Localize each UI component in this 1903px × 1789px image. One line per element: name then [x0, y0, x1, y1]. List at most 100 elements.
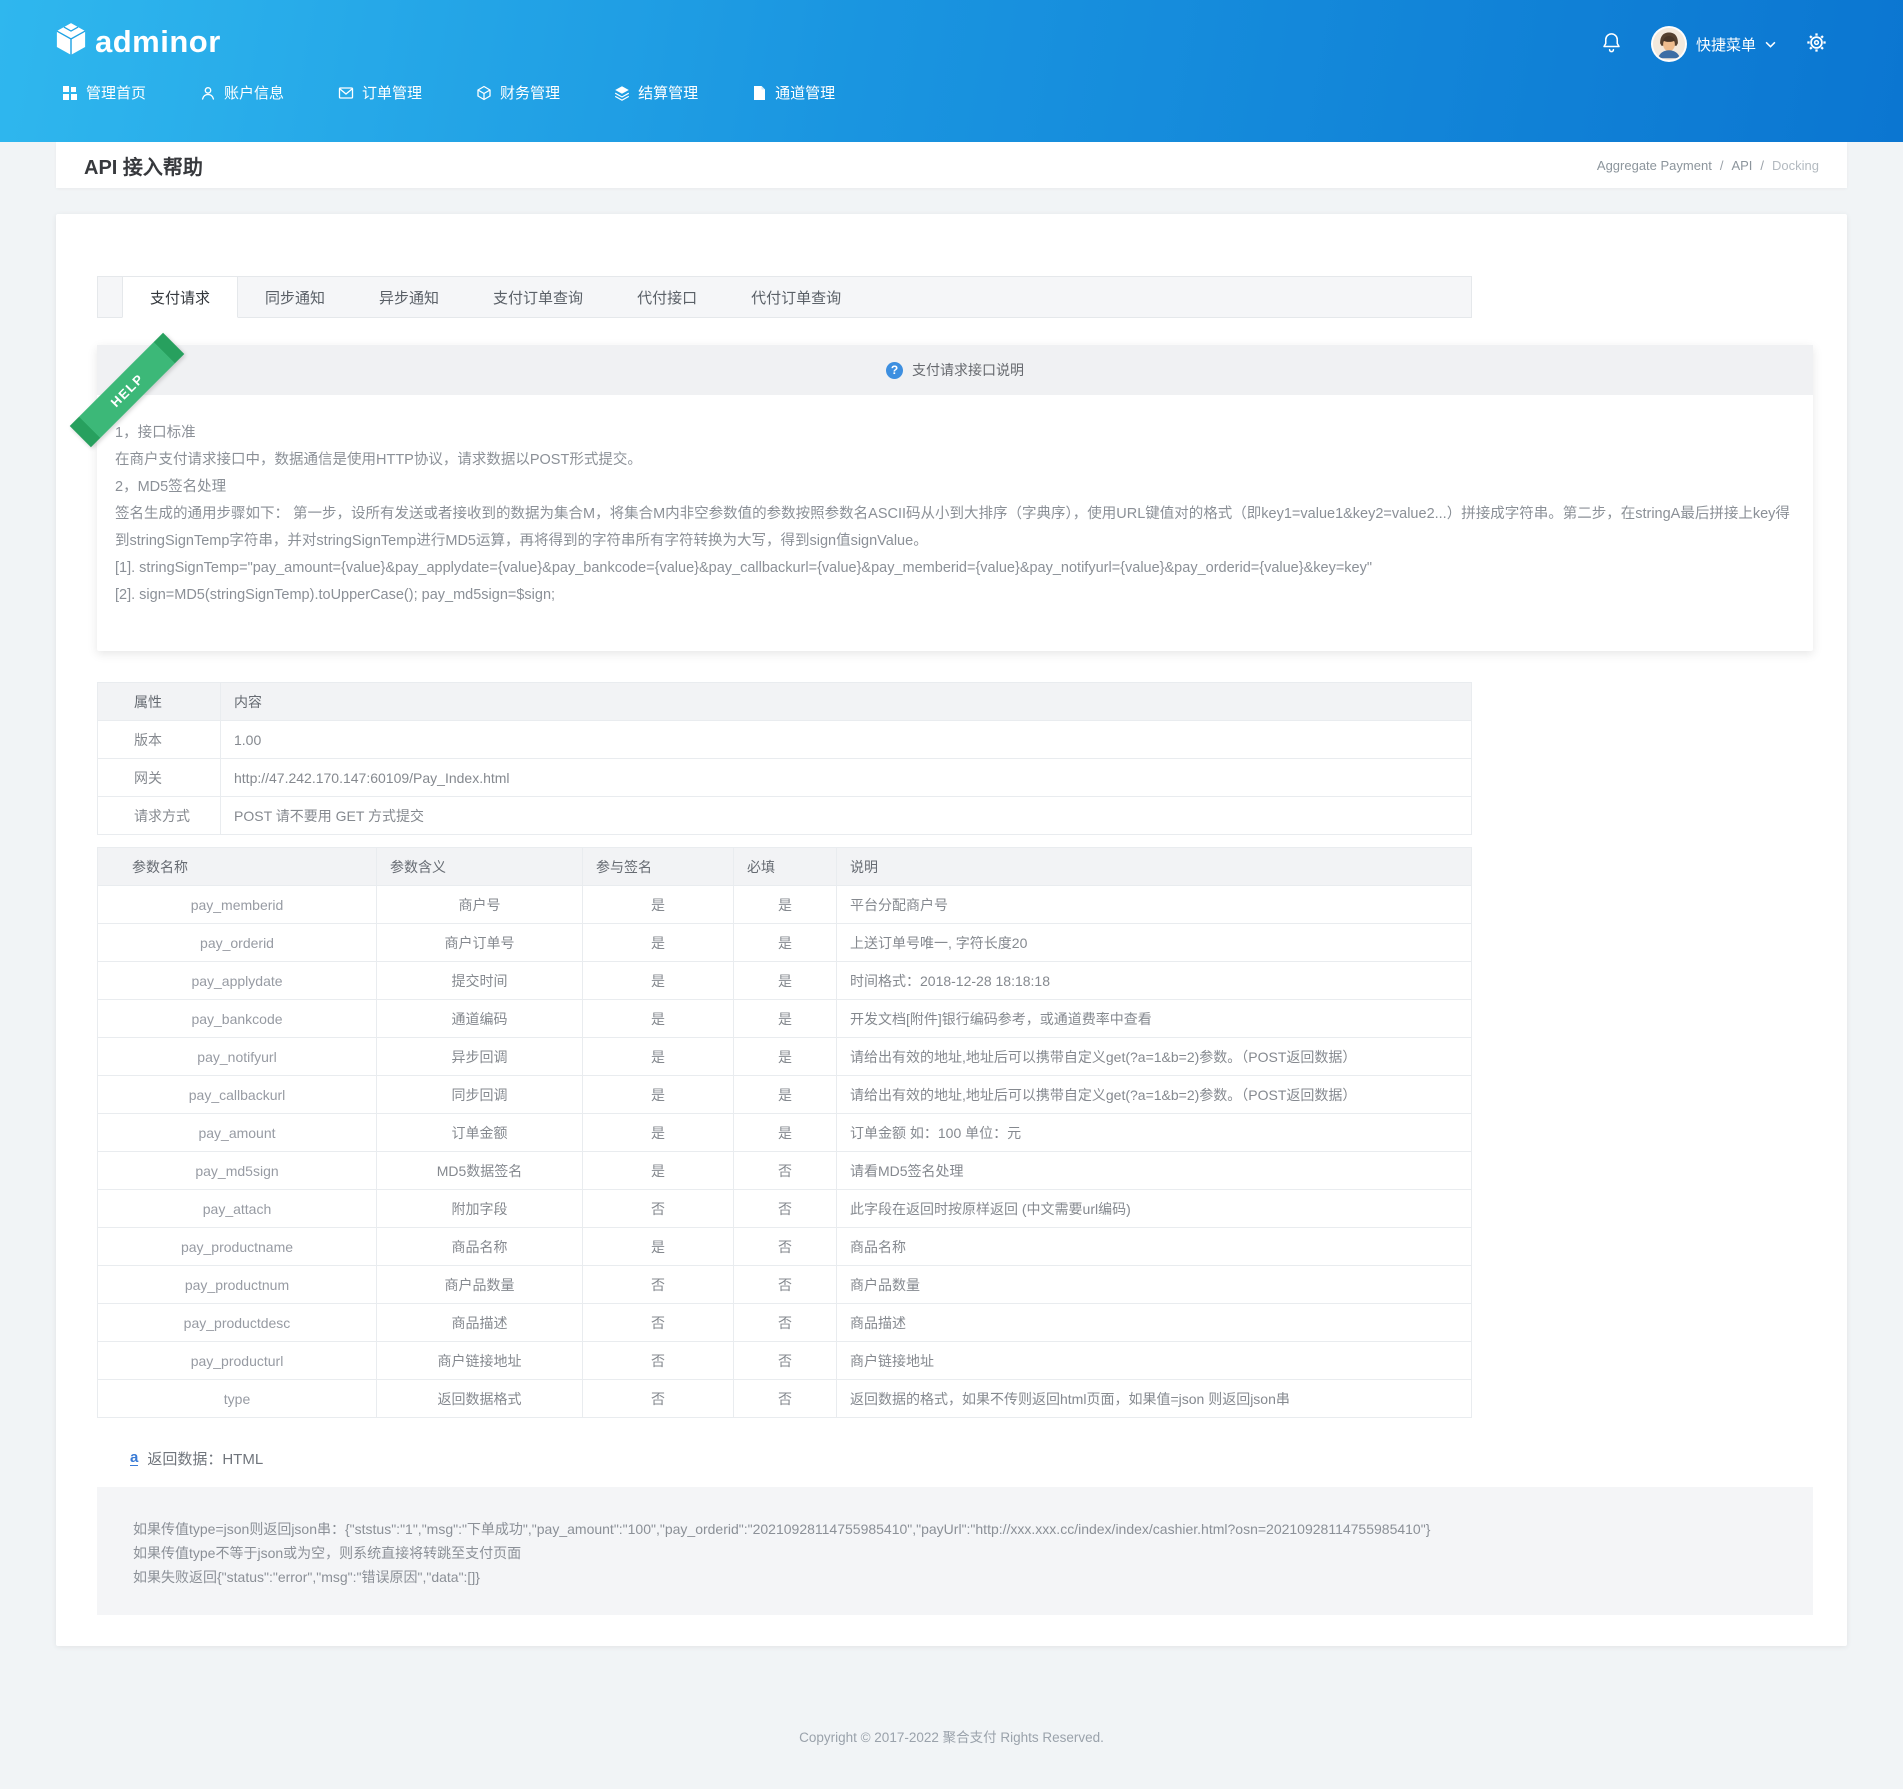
help-line: [2]. sign=MD5(stringSignTemp).toUpperCas…	[115, 582, 1793, 609]
attr-value: http://47.242.170.147:60109/Pay_Index.ht…	[221, 759, 1472, 797]
param-required: 否	[734, 1266, 837, 1304]
app-footer: Copyright © 2017-2022 聚合支付 Rights Reserv…	[0, 1726, 1903, 1746]
param-name: pay_orderid	[98, 924, 377, 962]
nav-item-account[interactable]: 账户信息	[200, 82, 284, 103]
avatar	[1651, 26, 1687, 62]
request-params-table: 参数名称 参数含义 参与签名 必填 说明 pay_memberid商户号是是平台…	[97, 847, 1472, 1418]
param-signed: 否	[583, 1380, 734, 1418]
param-required: 否	[734, 1228, 837, 1266]
param-signed: 是	[583, 1228, 734, 1266]
param-required: 否	[734, 1152, 837, 1190]
param-meaning: 订单金额	[377, 1114, 583, 1152]
table-row: 网关 http://47.242.170.147:60109/Pay_Index…	[98, 759, 1472, 797]
param-name: type	[98, 1380, 377, 1418]
nav-item-channel[interactable]: 通道管理	[752, 82, 835, 103]
param-signed: 是	[583, 1076, 734, 1114]
param-name: pay_bankcode	[98, 1000, 377, 1038]
title-bar: API 接入帮助 Aggregate Payment / API / Docki…	[56, 142, 1847, 188]
col-required: 必填	[734, 848, 837, 886]
param-meaning: 异步回调	[377, 1038, 583, 1076]
param-desc: 商户品数量	[837, 1266, 1472, 1304]
param-desc: 返回数据的格式，如果不传则返回html页面，如果值=json 则返回json串	[837, 1380, 1472, 1418]
response-note: 如果失败返回{"status":"error","msg":"错误原因","da…	[133, 1565, 1783, 1589]
col-content: 内容	[221, 683, 1472, 721]
param-name: pay_productnum	[98, 1266, 377, 1304]
nav-label: 订单管理	[362, 82, 422, 103]
notifications-button[interactable]	[1600, 31, 1623, 57]
param-desc: 开发文档[附件]银行编码参考，或通道费率中查看	[837, 1000, 1472, 1038]
param-meaning: 商品描述	[377, 1304, 583, 1342]
breadcrumb-separator: /	[1760, 158, 1764, 173]
param-desc: 商品描述	[837, 1304, 1472, 1342]
gear-icon	[1804, 30, 1829, 58]
tab-pay-order-query[interactable]: 支付订单查询	[466, 277, 610, 318]
help-line: [1]. stringSignTemp="pay_amount={value}&…	[115, 555, 1793, 582]
nav-item-orders[interactable]: 订单管理	[338, 82, 422, 103]
param-desc: 平台分配商户号	[837, 886, 1472, 924]
settings-button[interactable]	[1804, 30, 1829, 58]
table-row: pay_amount订单金额是是订单金额 如：100 单位：元	[98, 1114, 1472, 1152]
nav-item-finance[interactable]: 财务管理	[476, 82, 560, 103]
col-description: 说明	[837, 848, 1472, 886]
tab-bar-fill	[868, 277, 1471, 318]
help-line: 在商户支付请求接口中，数据通信是使用HTTP协议，请求数据以POST形式提交。	[115, 447, 1793, 474]
logo-text: adminor	[95, 24, 221, 60]
param-meaning: 商户链接地址	[377, 1342, 583, 1380]
table-row: pay_notifyurl异步回调是是请给出有效的地址,地址后可以携带自定义ge…	[98, 1038, 1472, 1076]
param-meaning: MD5数据签名	[377, 1152, 583, 1190]
help-line: 签名生成的通用步骤如下： 第一步，设所有发送或者接收到的数据为集合M，将集合M内…	[115, 501, 1793, 555]
param-signed: 是	[583, 1038, 734, 1076]
param-meaning: 商户订单号	[377, 924, 583, 962]
tab-sync-notify[interactable]: 同步通知	[238, 277, 352, 318]
breadcrumb-home[interactable]: Aggregate Payment	[1597, 158, 1712, 173]
chevron-down-icon	[1765, 35, 1776, 53]
breadcrumb-current: Docking	[1772, 158, 1819, 173]
channel-icon	[752, 85, 767, 101]
param-name: pay_callbackurl	[98, 1076, 377, 1114]
tab-payout-order-query[interactable]: 代付订单查询	[724, 277, 868, 318]
col-param-name: 参数名称	[98, 848, 377, 886]
question-icon	[886, 362, 903, 379]
param-signed: 是	[583, 886, 734, 924]
param-required: 是	[734, 1114, 837, 1152]
param-desc: 请给出有效的地址,地址后可以携带自定义get(?a=1&b=2)参数。（POST…	[837, 1076, 1472, 1114]
table-row: 版本 1.00	[98, 721, 1472, 759]
param-signed: 是	[583, 962, 734, 1000]
quick-menu-label: 快捷菜单	[1696, 34, 1756, 55]
tab-async-notify[interactable]: 异步通知	[352, 277, 466, 318]
breadcrumb-api[interactable]: API	[1731, 158, 1752, 173]
dashboard-icon	[62, 85, 78, 101]
tab-payout-api[interactable]: 代付接口	[610, 277, 724, 318]
response-notes-block: 如果传值type=json则返回json串：{"ststus":"1","msg…	[97, 1487, 1813, 1615]
table-row: pay_productdesc商品描述否否商品描述	[98, 1304, 1472, 1342]
nav-label: 财务管理	[500, 82, 560, 103]
param-signed: 是	[583, 1152, 734, 1190]
param-signed: 是	[583, 1114, 734, 1152]
help-line: 1，接口标准	[115, 420, 1793, 447]
tab-bar-stub	[98, 277, 122, 318]
copyright-text: Copyright © 2017-2022 聚合支付 Rights Reserv…	[799, 1730, 1104, 1745]
quick-menu[interactable]: 快捷菜单	[1651, 26, 1776, 62]
app-header: adminor 快捷菜单	[0, 0, 1903, 142]
breadcrumb: Aggregate Payment / API / Docking	[1597, 158, 1819, 173]
table-row: pay_md5signMD5数据签名是否请看MD5签名处理	[98, 1152, 1472, 1190]
param-name: pay_applydate	[98, 962, 377, 1000]
bell-icon	[1600, 31, 1623, 57]
nav-label: 结算管理	[638, 82, 698, 103]
logo-cube-icon	[56, 22, 86, 61]
nav-label: 管理首页	[86, 82, 146, 103]
param-meaning: 同步回调	[377, 1076, 583, 1114]
param-desc: 订单金额 如：100 单位：元	[837, 1114, 1472, 1152]
attr-label: 版本	[98, 721, 221, 759]
param-meaning: 提交时间	[377, 962, 583, 1000]
nav-item-dashboard[interactable]: 管理首页	[62, 82, 146, 103]
account-icon	[200, 85, 216, 101]
gateway-info-table: 属性 内容 版本 1.00 网关 http://47.242.170.147:6…	[97, 682, 1472, 835]
return-data-line: 返回数据：HTML	[130, 1448, 1813, 1469]
anchor-a-icon	[130, 1451, 138, 1466]
nav-item-settlement[interactable]: 结算管理	[614, 82, 698, 103]
param-desc: 请给出有效的地址,地址后可以携带自定义get(?a=1&b=2)参数。（POST…	[837, 1038, 1472, 1076]
tab-pay-request[interactable]: 支付请求	[122, 277, 238, 318]
param-required: 是	[734, 1000, 837, 1038]
brand-logo[interactable]: adminor	[56, 22, 221, 61]
